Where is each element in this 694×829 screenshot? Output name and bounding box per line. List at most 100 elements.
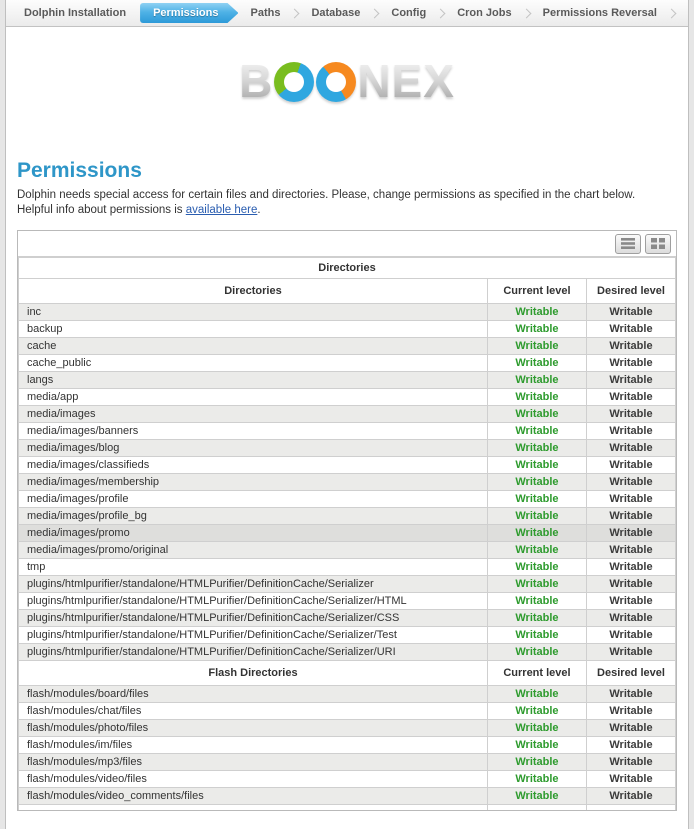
directory-path: langs	[19, 372, 488, 389]
table-row: media/images/promoWritableWritable	[19, 525, 676, 542]
directory-path: backup	[19, 321, 488, 338]
current-level-value: Writable	[487, 771, 586, 788]
directory-path: plugins/htmlpurifier/standalone/HTMLPuri…	[19, 627, 488, 644]
table-row: plugins/htmlpurifier/standalone/HTMLPuri…	[19, 610, 676, 627]
directory-path: flash/modules/im/files	[19, 737, 488, 754]
current-level-value: Writable	[487, 338, 586, 355]
desired-level-value: Writable	[586, 508, 675, 525]
current-level-value: Writable	[487, 703, 586, 720]
nav-tab-cron-jobs[interactable]: Cron Jobs	[447, 7, 521, 19]
flash-section-title: Flash Directories	[19, 661, 488, 686]
desired-level-value: Writable	[586, 788, 675, 805]
table-row: backupWritableWritable	[19, 321, 676, 338]
desired-level-value: Writable	[586, 771, 675, 788]
page-frame: Dolphin InstallationPermissionsPathsData…	[5, 0, 689, 829]
nav-tab-paths[interactable]: Paths	[240, 7, 290, 19]
flash-directories-header-row: Flash Directories Current level Desired …	[19, 661, 676, 686]
desired-level-value: Writable	[586, 576, 675, 593]
desired-level-value: Writable	[586, 686, 675, 703]
desired-level-value: Writable	[586, 559, 675, 576]
chevron-right-icon	[667, 8, 677, 18]
grid-view-button[interactable]	[645, 234, 671, 254]
directory-path: flash/modules/board/files	[19, 686, 488, 703]
permissions-table-box: Directories Directories Current level De…	[17, 230, 677, 811]
table-row: media/appWritableWritable	[19, 389, 676, 406]
table-row: flash/modules/video/filesWritableWritabl…	[19, 771, 676, 788]
current-level-value: Writable	[487, 304, 586, 321]
col-header-directories: Directories	[19, 279, 488, 304]
boonex-logo: B NEX	[6, 56, 688, 106]
view-toggle-toolbar	[18, 231, 676, 257]
directory-path: media/images/blog	[19, 440, 488, 457]
table-row: flash/modules/mp3/filesWritableWritable	[19, 754, 676, 771]
intro-line1: Dolphin needs special access for certain…	[17, 189, 635, 201]
page-title: Permissions	[17, 159, 677, 183]
current-level-value: Writable	[487, 542, 586, 559]
desired-level-value: Writable	[586, 627, 675, 644]
table-row: langsWritableWritable	[19, 372, 676, 389]
table-row: media/images/classifiedsWritableWritable	[19, 457, 676, 474]
directory-path: flash/modules/mp3/files	[19, 754, 488, 771]
table-row: media/images/membershipWritableWritable	[19, 474, 676, 491]
chevron-right-icon	[370, 8, 380, 18]
desired-level-value: Writable	[586, 644, 675, 661]
directory-path: media/app	[19, 389, 488, 406]
desired-level-value: Writable	[586, 457, 675, 474]
cutoff-row	[19, 805, 676, 810]
nav-tab-modules[interactable]: Modules	[678, 7, 689, 19]
current-level-value: Writable	[487, 355, 586, 372]
desired-level-value: Writable	[586, 372, 675, 389]
permissions-table: Directories Directories Current level De…	[18, 257, 676, 810]
current-level-value: Writable	[487, 491, 586, 508]
col-header-desired-level: Desired level	[586, 279, 675, 304]
intro-line2-suffix: .	[257, 204, 260, 216]
nav-tab-permissions-reversal[interactable]: Permissions Reversal	[533, 7, 667, 19]
desired-level-value: Writable	[586, 338, 675, 355]
current-level-value: Writable	[487, 754, 586, 771]
table-row: media/images/bannersWritableWritable	[19, 423, 676, 440]
nav-tab-permissions[interactable]: Permissions	[140, 3, 238, 23]
nav-tab-dolphin-installation[interactable]: Dolphin Installation	[14, 7, 136, 19]
list-view-icon	[621, 238, 635, 249]
desired-level-value: Writable	[586, 423, 675, 440]
current-level-value: Writable	[487, 508, 586, 525]
current-level-value: Writable	[487, 627, 586, 644]
desired-level-value: Writable	[586, 525, 675, 542]
desired-level-value: Writable	[586, 389, 675, 406]
table-row: flash/modules/photo/filesWritableWritabl…	[19, 720, 676, 737]
directory-path: flash/modules/chat/files	[19, 703, 488, 720]
desired-level-value: Writable	[586, 737, 675, 754]
available-here-link[interactable]: available here	[186, 204, 258, 216]
directory-path: cache_public	[19, 355, 488, 372]
current-level-value: Writable	[487, 644, 586, 661]
current-level-value: Writable	[487, 737, 586, 754]
directory-path: plugins/htmlpurifier/standalone/HTMLPuri…	[19, 593, 488, 610]
table-row: cacheWritableWritable	[19, 338, 676, 355]
current-level-value: Writable	[487, 406, 586, 423]
boonex-o-green-blue-icon	[274, 62, 314, 102]
table-row: flash/modules/board/filesWritableWritabl…	[19, 686, 676, 703]
current-level-value: Writable	[487, 610, 586, 627]
current-level-value: Writable	[487, 457, 586, 474]
installer-step-nav: Dolphin Installation PermissionsPaths Data…	[6, 0, 688, 27]
list-view-button[interactable]	[615, 234, 641, 254]
directory-path: media/images	[19, 406, 488, 423]
desired-level-value: Writable	[586, 610, 675, 627]
nav-tab-config[interactable]: Config	[381, 7, 436, 19]
flash-col-header-desired-level: Desired level	[586, 661, 675, 686]
directory-path: cache	[19, 338, 488, 355]
table-row: tmpWritableWritable	[19, 559, 676, 576]
desired-level-value: Writable	[586, 720, 675, 737]
table-row: incWritableWritable	[19, 304, 676, 321]
directory-path: media/images/promo	[19, 525, 488, 542]
chevron-right-icon	[521, 8, 531, 18]
directory-path: media/images/banners	[19, 423, 488, 440]
desired-level-value: Writable	[586, 440, 675, 457]
directory-path: flash/modules/video/files	[19, 771, 488, 788]
chevron-right-icon	[290, 8, 300, 18]
table-row: flash/modules/chat/filesWritableWritable	[19, 703, 676, 720]
current-level-value: Writable	[487, 686, 586, 703]
directory-path: media/images/promo/original	[19, 542, 488, 559]
directory-path: flash/modules/photo/files	[19, 720, 488, 737]
nav-tab-database[interactable]: Database	[301, 7, 370, 19]
